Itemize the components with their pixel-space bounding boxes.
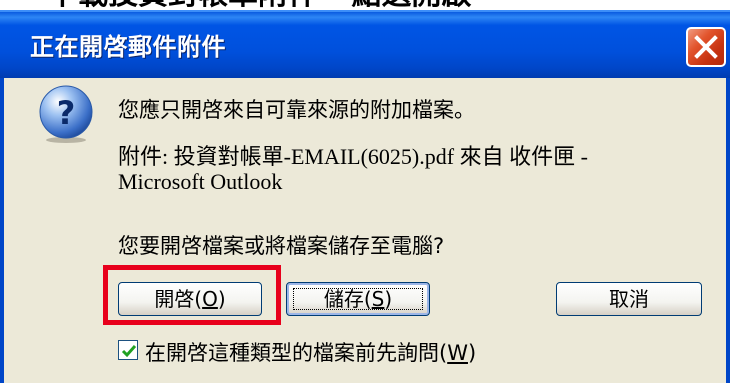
cropped-header-text: 下載投資對帳單附件 - 點選開啟 xyxy=(0,0,730,10)
checkbox-accesskey: W xyxy=(447,341,468,365)
checkmark-icon xyxy=(121,345,137,358)
focus-rectangle xyxy=(293,288,423,310)
open-or-save-question: 您要開啓檔案或將檔案儲存至電腦? xyxy=(118,234,445,258)
dialog-titlebar[interactable]: 正在開啓郵件附件 xyxy=(0,10,730,78)
attachment-line-2: Microsoft Outlook xyxy=(118,169,283,194)
cancel-button[interactable]: 取消 xyxy=(556,282,702,316)
dialog-title: 正在開啓郵件附件 xyxy=(30,33,226,61)
ask-before-open-checkbox[interactable] xyxy=(118,340,138,360)
attachment-info: 附件: 投資對帳單-EMAIL(6025).pdf 來自 收件匣 - Micro… xyxy=(118,144,588,194)
window-frame-left xyxy=(0,78,4,383)
open-button-highlight xyxy=(103,265,281,325)
svg-text:?: ? xyxy=(57,94,76,132)
window-frame-right xyxy=(726,78,730,383)
attachment-line-1: 附件: 投資對帳單-EMAIL(6025).pdf 來自 收件匣 - xyxy=(118,144,588,169)
save-button[interactable]: 儲存(S) xyxy=(286,282,430,316)
ask-before-open-label[interactable]: 在開啓這種類型的檔案前先詢問(W) xyxy=(145,337,476,367)
checkbox-label-text: 在開啓這種類型的檔案前先詢問( xyxy=(145,341,448,365)
question-icon: ? xyxy=(39,85,93,143)
close-icon xyxy=(694,35,718,59)
close-button[interactable] xyxy=(686,27,726,67)
security-message: 您應只開啓來自可靠來源的附加檔案。 xyxy=(118,98,475,122)
